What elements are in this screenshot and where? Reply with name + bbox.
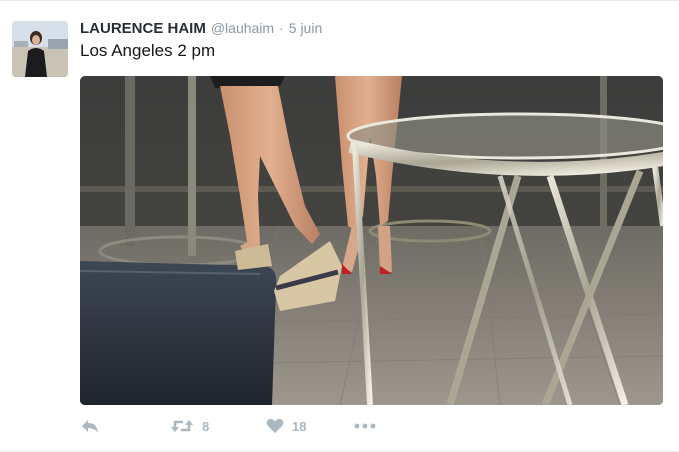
tweet-text: Los Angeles 2 pm bbox=[80, 41, 216, 60]
like-count: 18 bbox=[292, 418, 307, 434]
heart-icon bbox=[266, 418, 284, 434]
author-name[interactable]: LAURENCE HAIM bbox=[80, 20, 206, 37]
tweet-photo[interactable] bbox=[80, 76, 663, 405]
retweet-icon bbox=[170, 418, 194, 434]
reply-button[interactable] bbox=[80, 418, 170, 434]
separator: · bbox=[279, 20, 284, 36]
more-button[interactable] bbox=[354, 423, 376, 429]
tweet-card: LAURENCE HAIM @lauhaim · 5 juin Los Ange… bbox=[0, 0, 679, 452]
avatar[interactable] bbox=[12, 21, 68, 77]
author-handle[interactable]: @lauhaim bbox=[211, 20, 274, 36]
avatar-photo bbox=[12, 21, 68, 77]
tweet-header: LAURENCE HAIM @lauhaim · 5 juin bbox=[80, 20, 322, 40]
retweet-count: 8 bbox=[202, 418, 210, 434]
reply-icon bbox=[80, 418, 100, 434]
tweet-timestamp[interactable]: 5 juin bbox=[289, 20, 322, 36]
tweet-actions: 8 18 bbox=[80, 414, 376, 438]
like-button[interactable]: 18 bbox=[266, 418, 354, 434]
photo-image bbox=[80, 76, 663, 405]
more-icon bbox=[354, 423, 376, 429]
retweet-button[interactable]: 8 bbox=[170, 418, 266, 434]
